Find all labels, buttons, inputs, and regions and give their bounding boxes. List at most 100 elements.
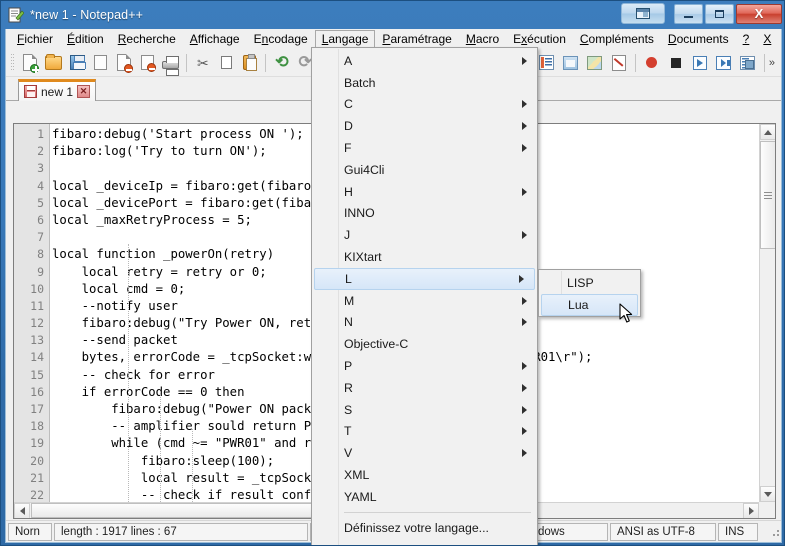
cut-icon[interactable]: ✂ xyxy=(191,51,214,75)
macro-pen-icon[interactable] xyxy=(607,51,631,75)
submenu-arrow-icon xyxy=(522,427,527,436)
save-icon[interactable] xyxy=(66,51,89,75)
close-button[interactable]: X xyxy=(736,3,782,24)
document-map-icon[interactable] xyxy=(559,51,583,75)
line-number: 7 xyxy=(37,230,44,245)
lang-menu-item-a[interactable]: A xyxy=(312,50,537,72)
lang-menu-item-c[interactable]: C xyxy=(312,94,537,116)
indent-guide xyxy=(160,394,161,518)
lang-menu-item-label: T xyxy=(344,424,352,439)
save-macro-icon[interactable] xyxy=(736,51,760,75)
line-number: 8 xyxy=(37,247,44,262)
lang-menu-item-j[interactable]: J xyxy=(312,224,537,246)
toolbar-separator xyxy=(265,53,267,72)
play-macro-icon[interactable] xyxy=(688,51,712,75)
lang-menu-item-label: N xyxy=(344,315,353,330)
lang-menu-item-yaml[interactable]: YAML xyxy=(312,486,537,508)
tab-new-1[interactable]: new 1 ✕ xyxy=(18,79,97,101)
menu-close-doc[interactable]: X xyxy=(756,30,778,49)
lang-menu-item-inno[interactable]: INNO xyxy=(312,203,537,225)
scroll-left-arrow-icon[interactable] xyxy=(14,503,30,518)
submenu-arrow-icon xyxy=(522,362,527,371)
notepadpp-window: *new 1 - Notepad++ X Fichier Édition Rec… xyxy=(0,0,785,546)
lang-menu-item-p[interactable]: P xyxy=(312,355,537,377)
lang-menu-item-label: Gui4Cli xyxy=(344,162,385,177)
lang-menu-item-n[interactable]: N xyxy=(312,312,537,334)
menu-encodage[interactable]: Encodage xyxy=(247,30,315,49)
lang-menu-item-r[interactable]: R xyxy=(312,377,537,399)
menu-macro[interactable]: Macro xyxy=(459,30,506,49)
menu-recherche[interactable]: Recherche xyxy=(111,30,183,49)
langage-dropdown-menu[interactable]: A Batch C D F Gui4Cli H INNO J KIXtart L M N Objectiv… xyxy=(311,47,538,545)
submenu-arrow-icon xyxy=(522,187,527,196)
lang-menu-item-label: Batch xyxy=(344,75,376,90)
scroll-up-arrow-icon[interactable] xyxy=(760,124,775,140)
line-number: 19 xyxy=(30,436,44,451)
l-submenu[interactable]: LISP Lua xyxy=(538,269,641,317)
menu-execution[interactable]: Exécution xyxy=(506,30,573,49)
scroll-right-arrow-icon[interactable] xyxy=(743,503,759,518)
undo-icon[interactable]: ⟲ xyxy=(270,51,293,75)
print-icon[interactable] xyxy=(159,51,182,76)
submenu-item-lisp[interactable]: LISP xyxy=(539,272,640,294)
line-number: 14 xyxy=(30,350,44,365)
record-macro-icon[interactable] xyxy=(640,51,664,75)
lang-menu-item-objective-c[interactable]: Objective-C xyxy=(312,333,537,355)
scroll-down-arrow-icon[interactable] xyxy=(760,486,775,502)
doc-switcher-icon[interactable] xyxy=(583,51,607,75)
tab-close-icon[interactable]: ✕ xyxy=(77,85,91,98)
menu-help[interactable]: ? xyxy=(736,30,757,49)
lang-menu-item-s[interactable]: S xyxy=(312,399,537,421)
new-file-icon[interactable] xyxy=(19,51,42,75)
line-number: 20 xyxy=(30,453,44,468)
lang-menu-item-gui4cli[interactable]: Gui4Cli xyxy=(312,159,537,181)
copy-icon[interactable] xyxy=(215,51,238,75)
menu-edition[interactable]: Édition xyxy=(60,30,111,49)
menu-complements[interactable]: Compléments xyxy=(573,30,661,49)
horizontal-scroll-thumb[interactable] xyxy=(31,503,321,518)
toolbar-separator xyxy=(634,53,636,72)
unsaved-file-icon xyxy=(24,85,37,98)
stop-macro-icon[interactable] xyxy=(664,51,688,75)
toolbar-grip[interactable] xyxy=(9,53,16,73)
close-file-icon[interactable] xyxy=(112,51,135,75)
lang-menu-item-xml[interactable]: XML xyxy=(312,464,537,486)
menu-affichage[interactable]: Affichage xyxy=(183,30,247,49)
lang-menu-item-h[interactable]: H xyxy=(312,181,537,203)
minimize-button[interactable] xyxy=(674,3,703,24)
restore-down-button[interactable] xyxy=(621,3,665,24)
submenu-item-lua[interactable]: Lua xyxy=(541,293,638,316)
line-number: 11 xyxy=(30,298,44,313)
submenu-arrow-icon xyxy=(522,449,527,458)
menu-fichier[interactable]: Fichier xyxy=(10,30,60,49)
lang-menu-item-v[interactable]: V xyxy=(312,442,537,464)
lang-menu-item-m[interactable]: M xyxy=(312,290,537,312)
menu-parametrage[interactable]: Paramétrage xyxy=(375,30,458,49)
lang-menu-item-batch[interactable]: Batch xyxy=(312,72,537,94)
resize-grip-icon[interactable] xyxy=(767,524,781,540)
menu-langage[interactable]: Langage xyxy=(314,29,376,49)
lang-menu-item-kixtart[interactable]: KIXtart xyxy=(312,246,537,268)
submenu-arrow-icon xyxy=(522,100,527,109)
vertical-scroll-thumb[interactable] xyxy=(760,141,775,249)
menu-documents[interactable]: Documents xyxy=(661,30,736,49)
lang-menu-item-label: Définissez votre langage... xyxy=(344,520,489,535)
save-all-icon[interactable] xyxy=(89,51,113,75)
open-file-icon[interactable] xyxy=(42,51,65,75)
close-all-icon[interactable] xyxy=(136,51,159,75)
maximize-button[interactable] xyxy=(705,3,734,24)
toolbar-overflow-chevron-icon[interactable]: » xyxy=(769,57,775,69)
lang-menu-item-l[interactable]: L xyxy=(314,267,535,290)
lang-menu-item-t[interactable]: T xyxy=(312,421,537,443)
run-multiple-icon[interactable] xyxy=(712,51,736,75)
editor-vertical-scrollbar[interactable] xyxy=(759,124,775,502)
line-number: 16 xyxy=(30,384,44,399)
submenu-arrow-icon xyxy=(522,144,527,153)
lang-menu-item-f[interactable]: F xyxy=(312,137,537,159)
lang-menu-item-label: C xyxy=(344,97,353,112)
lang-menu-item-define-your-language[interactable]: Définissez votre langage... xyxy=(312,517,537,539)
paste-icon[interactable] xyxy=(238,51,261,75)
lang-menu-item-d[interactable]: D xyxy=(312,115,537,137)
title-bar[interactable]: *new 1 - Notepad++ X xyxy=(1,1,784,29)
function-list-icon[interactable] xyxy=(535,51,559,75)
